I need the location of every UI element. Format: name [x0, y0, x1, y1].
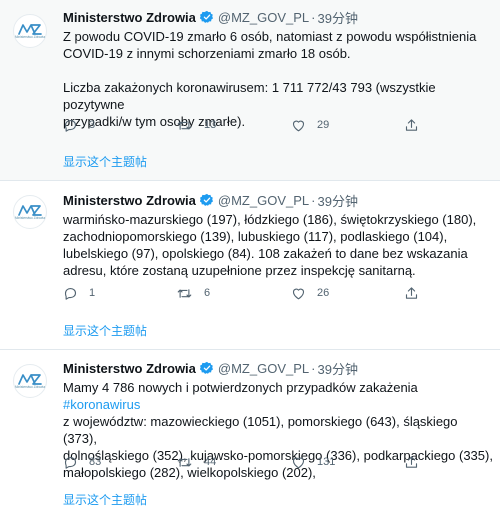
- text-segment: zachodniopomorskiego (139), lubuskiego (…: [63, 229, 448, 244]
- text-segment: warmińsko-mazurskiego (197), łódzkiego (…: [63, 212, 477, 227]
- avatar-caption: Ministerstwo Zdrowia: [15, 384, 45, 389]
- retweet-icon: [177, 120, 192, 130]
- tweet-text-line: lubelskiego (97), opolskiego (84). 108 z…: [63, 245, 493, 262]
- show-thread-link[interactable]: 显示这个主题帖: [63, 491, 147, 508]
- share-button[interactable]: [404, 453, 419, 471]
- tweet-3[interactable]: Ministerstwo Zdrowia Ministerstwo Zdrowi…: [0, 350, 500, 515]
- separator-dot: ·: [311, 360, 316, 376]
- tweet-1[interactable]: Ministerstwo Zdrowia Ministerstwo Zdrowi…: [0, 0, 500, 180]
- like-count: 29: [317, 119, 330, 131]
- author-name[interactable]: Ministerstwo Zdrowia: [63, 193, 196, 208]
- timestamp[interactable]: 39分钟: [317, 191, 357, 210]
- tweet-actions: 3 13 29: [63, 116, 423, 134]
- text-segment: adresu, które zostaną uzupełnione przez …: [63, 263, 416, 278]
- retweet-count: 44: [204, 456, 217, 468]
- reply-button[interactable]: 1: [63, 284, 95, 302]
- retweet-button[interactable]: 6: [176, 284, 210, 302]
- timestamp[interactable]: 39分钟: [317, 359, 357, 378]
- tweet-text-line: z województw: mazowieckiego (1051), pomo…: [63, 413, 493, 447]
- author-handle[interactable]: @MZ_GOV_PL: [218, 193, 309, 208]
- tweet-text-line: Mamy 4 786 nowych i potwierdzonych przyp…: [63, 379, 493, 413]
- avatar-caption: Ministerstwo Zdrowia: [15, 34, 45, 39]
- text-segment: Mamy 4 786 nowych i potwierdzonych przyp…: [63, 380, 418, 395]
- retweet-button[interactable]: 13: [176, 116, 216, 134]
- avatar[interactable]: Ministerstwo Zdrowia: [13, 14, 47, 48]
- like-button[interactable]: 29: [291, 116, 329, 134]
- verified-badge-icon: [199, 361, 214, 375]
- tweet-text-line: Z powodu COVID-19 zmarło 6 osób, natomia…: [63, 28, 493, 45]
- like-count: 26: [317, 287, 330, 299]
- author-name[interactable]: Ministerstwo Zdrowia: [63, 361, 196, 376]
- retweet-icon: [177, 288, 192, 298]
- share-button[interactable]: [404, 284, 419, 302]
- avatar-caption: Ministerstwo Zdrowia: [15, 215, 45, 220]
- text-segment: z województw: mazowieckiego (1051), pomo…: [63, 414, 458, 446]
- tweet-2[interactable]: Ministerstwo Zdrowia Ministerstwo Zdrowi…: [0, 181, 500, 349]
- like-button[interactable]: 131: [291, 453, 335, 471]
- mz-logo: [18, 205, 42, 216]
- avatar[interactable]: Ministerstwo Zdrowia: [13, 195, 47, 229]
- tweet-text-line: COVID-19 z innymi schorzeniami zmarło 18…: [63, 45, 493, 62]
- reply-count: 1: [89, 287, 96, 299]
- share-button[interactable]: [404, 116, 419, 134]
- tweet-text: warmińsko-mazurskiego (197), łódzkiego (…: [63, 211, 493, 279]
- like-button[interactable]: 26: [291, 284, 329, 302]
- text-segment: Liczba zakażonych koronawirusem: 1 711 7…: [63, 80, 436, 112]
- show-thread-link[interactable]: 显示这个主题帖: [63, 322, 147, 339]
- verified-badge-icon: [199, 10, 214, 24]
- like-count: 131: [317, 456, 336, 468]
- reply-button[interactable]: 83: [63, 453, 101, 471]
- tweet-header: Ministerstwo Zdrowia @MZ_GOV_PL · 39分钟: [63, 191, 358, 209]
- author-handle[interactable]: @MZ_GOV_PL: [218, 361, 309, 376]
- tweet-header: Ministerstwo Zdrowia @MZ_GOV_PL · 39分钟: [63, 359, 358, 377]
- tweet-actions: 1 6 26: [63, 284, 423, 302]
- verified-badge-icon: [199, 193, 214, 207]
- mz-logo: [18, 24, 42, 35]
- tweet-header: Ministerstwo Zdrowia @MZ_GOV_PL · 39分钟: [63, 8, 358, 26]
- text-segment: lubelskiego (97), opolskiego (84). 108 z…: [63, 246, 468, 261]
- reply-count: 3: [89, 119, 96, 131]
- like-icon: [292, 457, 305, 468]
- tweet-text: Z powodu COVID-19 zmarło 6 osób, natomia…: [63, 28, 493, 130]
- retweet-icon: [177, 457, 192, 467]
- tweet-text-line: warmińsko-mazurskiego (197), łódzkiego (…: [63, 211, 493, 228]
- like-icon: [292, 288, 305, 299]
- reply-button[interactable]: 3: [63, 116, 95, 134]
- tweet-text-line: Liczba zakażonych koronawirusem: 1 711 7…: [63, 79, 493, 113]
- retweet-count: 6: [204, 287, 211, 299]
- share-icon: [405, 118, 418, 131]
- show-thread-link[interactable]: 显示这个主题帖: [63, 153, 147, 170]
- reply-count: 83: [89, 456, 102, 468]
- hashtag-link[interactable]: #koronawirus: [63, 397, 140, 412]
- text-segment: Z powodu COVID-19 zmarło 6 osób, natomia…: [63, 29, 477, 44]
- separator-dot: ·: [311, 9, 316, 25]
- separator-dot: ·: [311, 192, 316, 208]
- mz-logo: [18, 374, 42, 385]
- reply-icon: [64, 287, 77, 300]
- reply-icon: [64, 119, 77, 132]
- tweet-text-line: adresu, które zostaną uzupełnione przez …: [63, 262, 493, 279]
- tweet-actions: 83 44 131: [63, 453, 423, 471]
- author-name[interactable]: Ministerstwo Zdrowia: [63, 10, 196, 25]
- tweet-thread: Ministerstwo Zdrowia Ministerstwo Zdrowi…: [0, 0, 500, 515]
- author-handle[interactable]: @MZ_GOV_PL: [218, 10, 309, 25]
- share-icon: [405, 286, 418, 299]
- timestamp[interactable]: 39分钟: [317, 8, 357, 27]
- retweet-button[interactable]: 44: [176, 453, 216, 471]
- share-icon: [405, 455, 418, 468]
- text-segment: COVID-19 z innymi schorzeniami zmarło 18…: [63, 46, 351, 61]
- avatar[interactable]: Ministerstwo Zdrowia: [13, 364, 47, 398]
- tweet-text-line: zachodniopomorskiego (139), lubuskiego (…: [63, 228, 493, 245]
- reply-icon: [64, 456, 77, 469]
- retweet-count: 13: [204, 119, 217, 131]
- like-icon: [292, 120, 305, 131]
